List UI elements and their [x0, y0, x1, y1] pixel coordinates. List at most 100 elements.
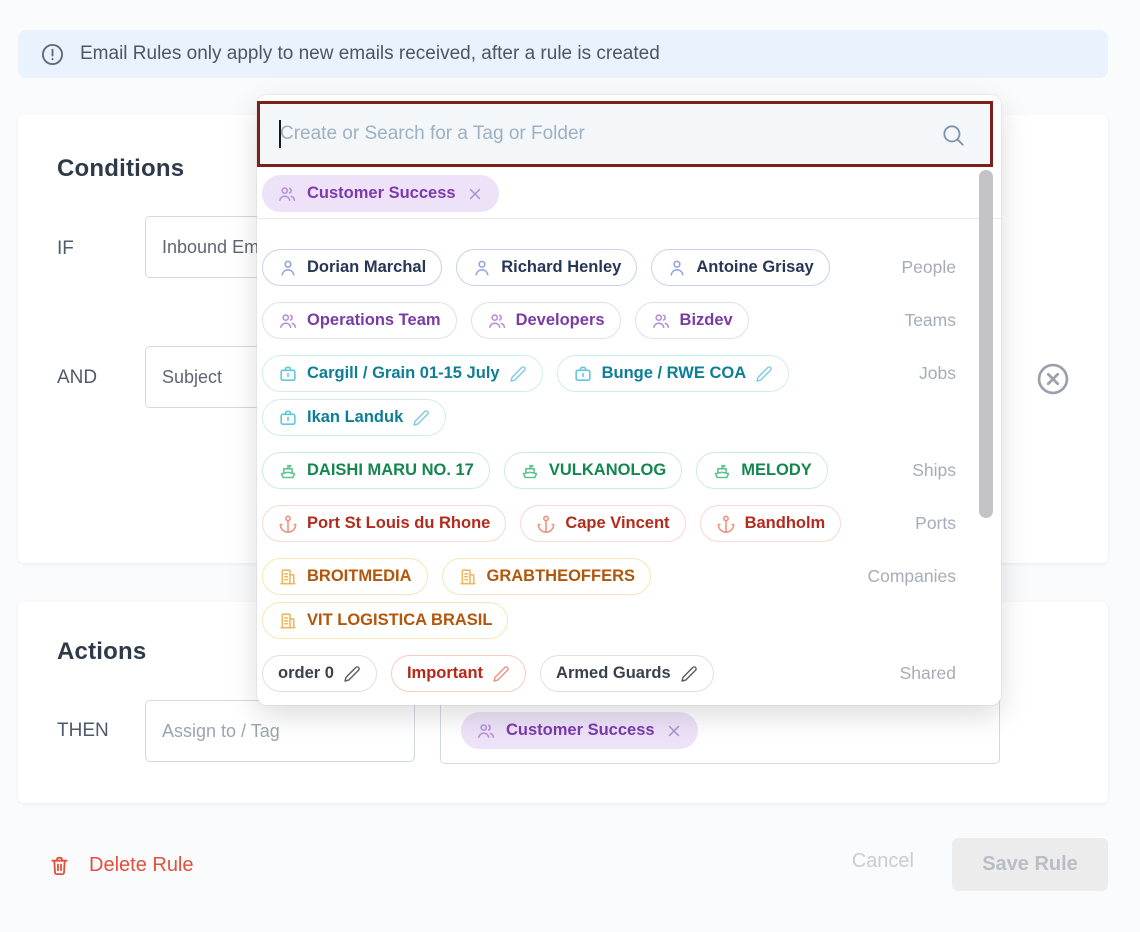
tag-pill-order-0[interactable]: order 0 [262, 655, 377, 692]
edit-pencil-icon [680, 665, 698, 683]
building-icon [458, 567, 478, 587]
tag-pill-label: Cape Vincent [565, 514, 669, 533]
briefcase-icon [573, 364, 593, 384]
edit-pencil-icon [492, 665, 510, 683]
tag-pill-melody[interactable]: MELODY [696, 452, 828, 489]
conditions-title: Conditions [57, 155, 184, 183]
category-label-companies: Companies [846, 558, 956, 595]
tag-pill-label: Developers [516, 311, 605, 330]
pill-row: BROITMEDIA GRABTHEOFFERS [262, 558, 846, 595]
tag-pill-label: Cargill / Grain 01-15 July [307, 364, 500, 383]
tag-pill-label: GRABTHEOFFERS [487, 567, 636, 586]
category-label-teams: Teams [846, 302, 956, 339]
tag-pill-port-st-louis-du-rhone[interactable]: Port St Louis du Rhone [262, 505, 506, 542]
person-icon [472, 258, 492, 278]
tag-group-shared: order 0 Important Armed Guards Shared [262, 655, 956, 692]
magnifier-icon [940, 122, 966, 148]
info-banner: Email Rules only apply to new emails rec… [18, 30, 1108, 78]
tag-pill-broitmedia[interactable]: BROITMEDIA [262, 558, 428, 595]
tag-pill-label: Customer Success [307, 184, 456, 203]
tag-group-ports: Port St Louis du Rhone Cape Vincent Bandho… [262, 505, 956, 542]
save-rule-button[interactable]: Save Rule [952, 838, 1108, 891]
tag-group-rows: BROITMEDIA GRABTHEOFFERS VIT LOGISTICA BRA… [262, 558, 846, 639]
tag-pill-bizdev[interactable]: Bizdev [635, 302, 749, 339]
picker-selected-tags: Customer Success [262, 175, 1001, 212]
anchor-icon [536, 514, 556, 534]
tag-pill-cargill-grain-01-15-july[interactable]: Cargill / Grain 01-15 July [262, 355, 543, 392]
tag-pill-label: Bandholm [745, 514, 826, 533]
tag-pill-developers[interactable]: Developers [471, 302, 621, 339]
scrollbar-thumb[interactable] [979, 170, 993, 518]
tag-group-rows: Dorian Marchal Richard Henley Antoine Gris… [262, 249, 846, 286]
anchor-icon [278, 514, 298, 534]
tag-pill-bandholm[interactable]: Bandholm [700, 505, 842, 542]
tag-pill-armed-guards[interactable]: Armed Guards [540, 655, 714, 692]
assign-to-select[interactable]: Assign to / Tag [145, 700, 415, 762]
and-condition-value: Subject [162, 367, 222, 388]
users-icon [651, 311, 671, 331]
tag-group-teams: Operations Team Developers Bizdev Teams [262, 302, 956, 339]
person-icon [667, 258, 687, 278]
tag-pill-bunge-rwe-coa[interactable]: Bunge / RWE COA [557, 355, 790, 392]
tag-pill-customer-success[interactable]: Customer Success [262, 175, 499, 212]
tag-group-rows: DAISHI MARU NO. 17 VULKANOLOG MELODY [262, 452, 846, 489]
tag-pill-ikan-landuk[interactable]: Ikan Landuk [262, 399, 446, 436]
remove-condition-button[interactable] [1034, 360, 1072, 398]
tag-pill-operations-team[interactable]: Operations Team [262, 302, 457, 339]
remove-tag-icon[interactable] [665, 722, 683, 740]
tag-pill-label: DAISHI MARU NO. 17 [307, 461, 474, 480]
briefcase-icon [278, 408, 298, 428]
tag-pill-richard-henley[interactable]: Richard Henley [456, 249, 637, 286]
category-label-ports: Ports [846, 505, 956, 542]
tag-pill-label: Armed Guards [556, 664, 671, 683]
tag-group-rows: order 0 Important Armed Guards [262, 655, 846, 692]
delete-rule-label: Delete Rule [89, 854, 194, 877]
tag-pill-label: Dorian Marchal [307, 258, 426, 277]
then-label: THEN [57, 720, 109, 742]
assigned-tags-field[interactable]: Customer Success [440, 697, 1000, 764]
tag-picker-dropdown: Customer Success Dorian Marchal Richard H… [257, 95, 1001, 705]
pill-row: Operations Team Developers Bizdev [262, 302, 846, 339]
circled-x-icon [1034, 360, 1072, 398]
tag-pill-label: Operations Team [307, 311, 441, 330]
tag-search-input[interactable] [260, 104, 990, 164]
pill-row: Dorian Marchal Richard Henley Antoine Gris… [262, 249, 846, 286]
and-label: AND [57, 367, 97, 389]
actions-title: Actions [57, 638, 146, 666]
edit-pencil-icon [755, 365, 773, 383]
tag-pill-label: Bizdev [680, 311, 733, 330]
delete-rule-button[interactable]: Delete Rule [48, 846, 194, 884]
tag-group-companies: BROITMEDIA GRABTHEOFFERS VIT LOGISTICA BRA… [262, 558, 956, 639]
tag-pill-dorian-marchal[interactable]: Dorian Marchal [262, 249, 442, 286]
tag-pill-vulkanolog[interactable]: VULKANOLOG [504, 452, 682, 489]
tag-groups-list: Dorian Marchal Richard Henley Antoine Gris… [262, 219, 956, 705]
tag-pill-label: Important [407, 664, 483, 683]
category-label-jobs: Jobs [846, 355, 956, 392]
remove-tag-icon[interactable] [466, 185, 484, 203]
tag-group-people: Dorian Marchal Richard Henley Antoine Gris… [262, 249, 956, 286]
tag-group-rows: Operations Team Developers Bizdev [262, 302, 846, 339]
ship-icon [520, 461, 540, 481]
category-label-people: People [846, 249, 956, 286]
tag-group-ships: DAISHI MARU NO. 17 VULKANOLOG MELODY Ships [262, 452, 956, 489]
tag-pill-important[interactable]: Important [391, 655, 526, 692]
tag-pill-grabtheoffers[interactable]: GRABTHEOFFERS [442, 558, 652, 595]
pill-row: Cargill / Grain 01-15 July Bunge / RWE CO… [262, 355, 846, 392]
assign-to-placeholder: Assign to / Tag [162, 721, 280, 742]
edit-pencil-icon [509, 365, 527, 383]
tag-pill-label: Bunge / RWE COA [602, 364, 747, 383]
tag-group-rows: Cargill / Grain 01-15 July Bunge / RWE CO… [262, 355, 846, 436]
tag-pill-label: order 0 [278, 664, 334, 683]
category-label-ships: Ships [846, 452, 956, 489]
cancel-button[interactable]: Cancel [852, 850, 914, 873]
tag-pill-antoine-grisay[interactable]: Antoine Grisay [651, 249, 829, 286]
if-label: IF [57, 238, 74, 260]
tag-pill-cape-vincent[interactable]: Cape Vincent [520, 505, 685, 542]
tag-pill-daishi-maru-no-17[interactable]: DAISHI MARU NO. 17 [262, 452, 490, 489]
tag-pill-customer-success[interactable]: Customer Success [461, 712, 698, 749]
pill-row: order 0 Important Armed Guards [262, 655, 846, 692]
tag-pill-vit-logistica-brasil[interactable]: VIT LOGISTICA BRASIL [262, 602, 508, 639]
briefcase-icon [278, 364, 298, 384]
category-label-shared: Shared [846, 655, 956, 692]
tag-group-jobs: Cargill / Grain 01-15 July Bunge / RWE CO… [262, 355, 956, 436]
